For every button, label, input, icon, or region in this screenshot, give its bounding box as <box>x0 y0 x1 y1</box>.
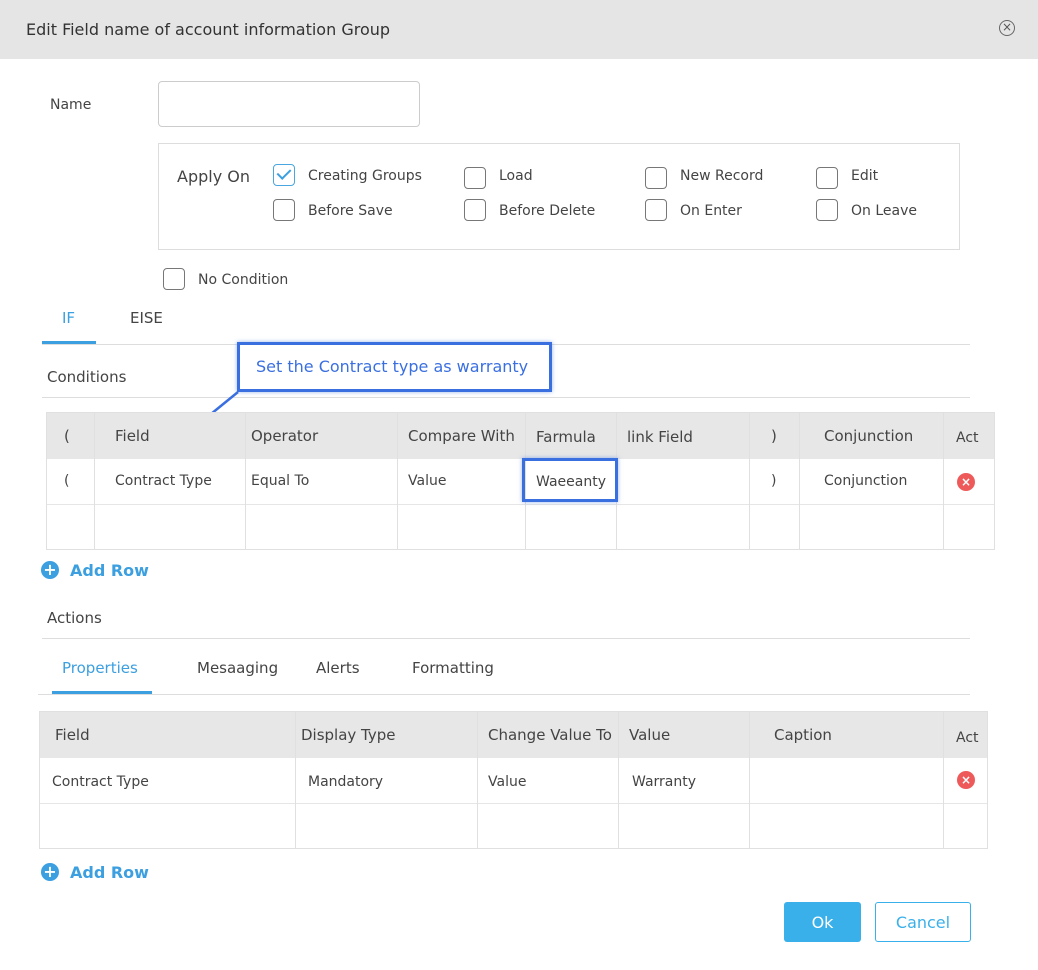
action-cell[interactable]: Value <box>488 774 526 790</box>
dialog-title: Edit Field name of account information G… <box>26 20 391 39</box>
checkbox-edit[interactable] <box>816 167 838 189</box>
col-header-compare-with: Compare With <box>408 427 515 445</box>
formula-highlight <box>522 458 618 502</box>
checkbox-before-save[interactable] <box>273 199 295 221</box>
action-cell[interactable]: Warranty <box>632 774 696 790</box>
col-divider <box>618 712 619 848</box>
add-action-row-button[interactable]: Add Row <box>70 863 149 882</box>
checkbox-label: Edit <box>851 168 879 184</box>
col-divider <box>94 413 95 549</box>
add-row-icon[interactable]: + <box>41 863 59 881</box>
name-label: Name <box>50 97 92 113</box>
condition-cell[interactable]: ) <box>771 473 776 489</box>
col-divider <box>799 413 800 549</box>
col-divider <box>397 413 398 549</box>
delete-row-icon[interactable]: × <box>957 473 975 491</box>
col-header-field: Field <box>55 726 90 744</box>
actions-divider <box>42 638 970 639</box>
col-divider <box>295 712 296 848</box>
col-header-display-type: Display Type <box>301 726 396 744</box>
col-divider <box>749 413 750 549</box>
col-divider <box>943 413 944 549</box>
checkbox-creating-groups[interactable] <box>273 164 295 186</box>
checkbox-label: Load <box>499 168 533 184</box>
condition-cell[interactable]: Conjunction <box>824 473 907 489</box>
checkbox-label: New Record <box>680 168 764 184</box>
col-divider <box>477 712 478 848</box>
checkbox-on-leave[interactable] <box>816 199 838 221</box>
checkbox-on-enter[interactable] <box>645 199 667 221</box>
col-header-action: Act <box>956 430 979 446</box>
col-divider <box>245 413 246 549</box>
checkbox-new-record[interactable] <box>645 167 667 189</box>
add-condition-row-button[interactable]: Add Row <box>70 561 149 580</box>
row-divider <box>40 803 987 804</box>
row-divider <box>47 504 994 505</box>
annotation-callout: Set the Contract type as warranty <box>237 342 552 392</box>
no-condition-label: No Condition <box>198 272 289 288</box>
cancel-button[interactable]: Cancel <box>875 902 971 942</box>
tab-alerts[interactable]: Alerts <box>316 659 360 677</box>
checkbox-label: On Leave <box>851 203 917 219</box>
col-header-value: Value <box>629 726 671 744</box>
tab-properties[interactable]: Properties <box>62 659 138 677</box>
col-header-formula: Farmula <box>536 428 596 446</box>
checkbox-before-delete[interactable] <box>464 199 486 221</box>
apply-on-box <box>158 143 960 250</box>
col-divider <box>943 712 944 848</box>
add-row-icon[interactable]: + <box>41 561 59 579</box>
checkbox-no-condition[interactable] <box>163 268 185 290</box>
ok-button[interactable]: Ok <box>784 902 861 942</box>
checkbox-label: On Enter <box>680 203 742 219</box>
tab-active-indicator <box>42 341 96 344</box>
tab-formatting[interactable]: Formatting <box>412 659 494 677</box>
checkbox-label: Creating Groups <box>308 168 422 184</box>
col-header-action: Act <box>956 730 979 746</box>
action-cell[interactable]: Mandatory <box>308 774 383 790</box>
tab-active-indicator <box>52 691 152 694</box>
condition-cell[interactable]: Value <box>408 473 446 489</box>
checkbox-label: Before Delete <box>499 203 596 219</box>
col-divider <box>749 712 750 848</box>
actions-tabs-divider <box>38 694 970 695</box>
condition-cell[interactable]: Equal To <box>251 473 309 489</box>
col-header-field: Field <box>115 427 150 445</box>
checkbox-label: Before Save <box>308 203 393 219</box>
col-header-change-value-to: Change Value To <box>488 726 612 744</box>
checkbox-load[interactable] <box>464 167 486 189</box>
condition-cell[interactable]: Contract Type <box>115 473 212 489</box>
condition-cell[interactable]: ( <box>64 473 69 489</box>
action-cell[interactable]: Contract Type <box>52 774 149 790</box>
actions-title: Actions <box>47 609 102 627</box>
name-input[interactable] <box>158 81 420 127</box>
col-header-conjunction: Conjunction <box>824 427 914 445</box>
col-header-caption: Caption <box>774 726 832 744</box>
tab-else[interactable]: EISE <box>130 309 163 327</box>
close-icon[interactable]: × <box>999 20 1015 36</box>
col-header-close-paren: ) <box>771 427 777 445</box>
conditions-title: Conditions <box>47 368 127 386</box>
tab-messaging[interactable]: Mesaaging <box>197 659 278 677</box>
delete-row-icon[interactable]: × <box>957 771 975 789</box>
apply-on-label: Apply On <box>177 167 250 186</box>
col-header-open-paren: ( <box>64 427 70 445</box>
col-header-operator: Operator <box>251 427 319 445</box>
col-header-link-field: link Field <box>627 428 693 446</box>
tab-if[interactable]: IF <box>62 309 75 327</box>
